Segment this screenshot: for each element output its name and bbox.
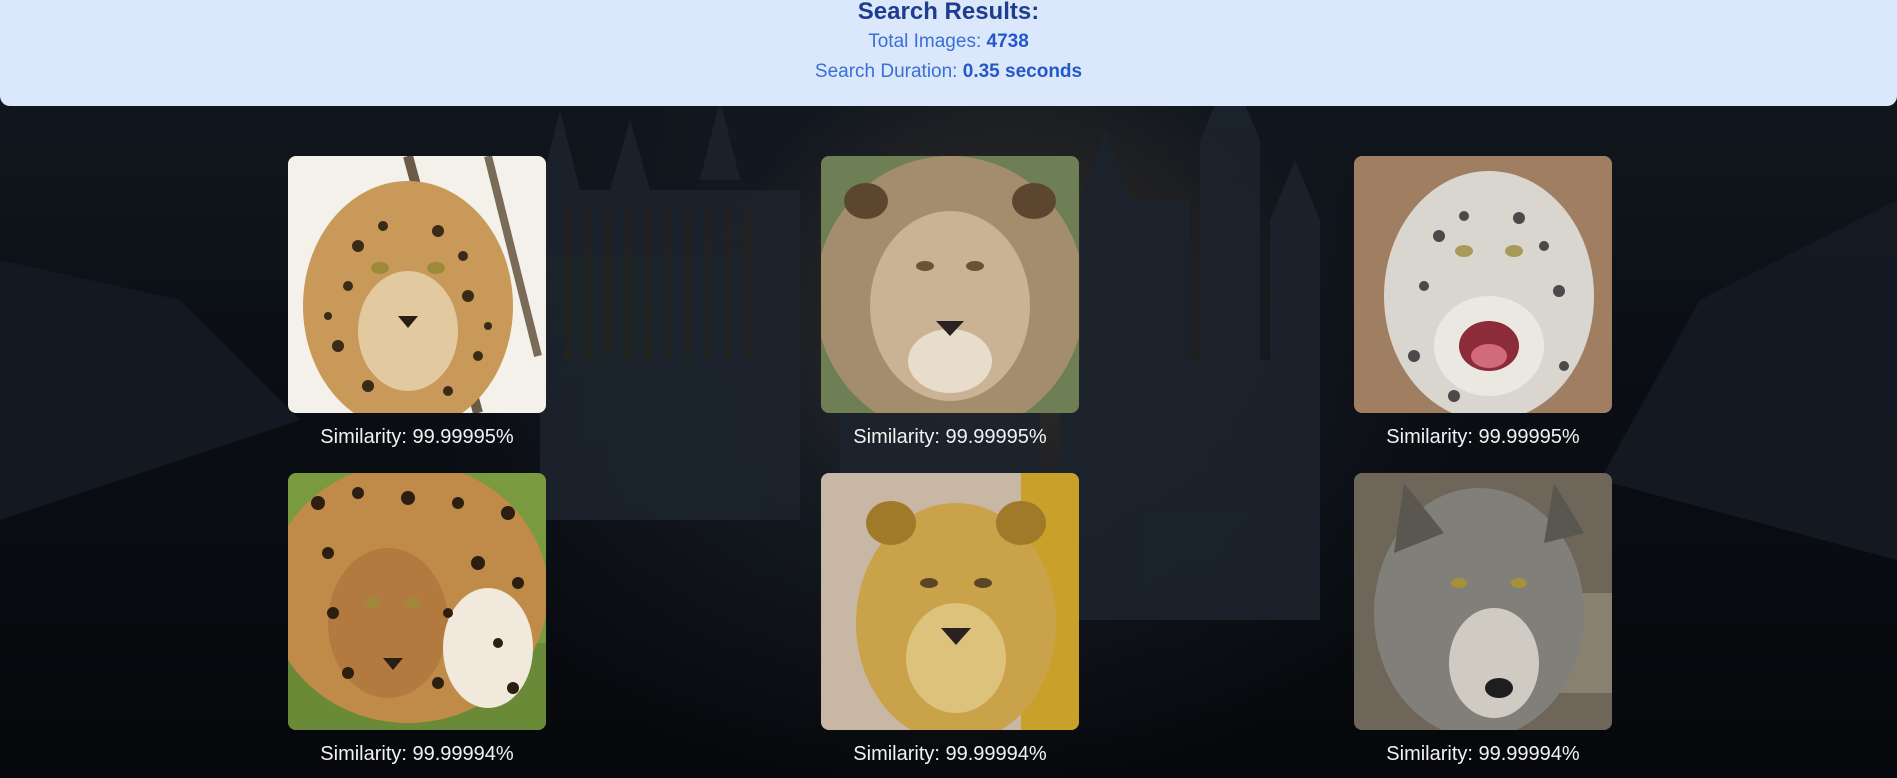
results-title: Search Results:: [857, 0, 1040, 25]
result-card[interactable]: Similarity: 99.99995%: [288, 156, 546, 449]
search-duration-label: Search Duration:: [814, 61, 963, 82]
similarity-score: Similarity: 99.99995%: [1386, 426, 1580, 448]
lion-image[interactable]: [821, 156, 1079, 413]
jaguar-image[interactable]: [288, 473, 546, 730]
result-card[interactable]: Similarity: 99.99995%: [821, 156, 1079, 449]
similarity-score: Similarity: 99.99995%: [320, 426, 514, 448]
search-results-page: Search Results: Total Images: 4738 Searc…: [0, 0, 1897, 778]
wolf-image[interactable]: [1354, 473, 1612, 730]
snow-leopard-image[interactable]: [1354, 156, 1612, 413]
total-images-value: 4738: [986, 31, 1029, 52]
search-duration-line: Search Duration: 0.35 seconds: [0, 61, 1897, 83]
total-images-line: Total Images: 4738: [0, 31, 1897, 53]
result-card[interactable]: Similarity: 99.99994%: [821, 473, 1079, 766]
search-results-panel: Search Results: Total Images: 4738 Searc…: [0, 0, 1897, 106]
leopard-image[interactable]: [288, 156, 546, 413]
similarity-score: Similarity: 99.99994%: [320, 743, 514, 765]
search-duration-value: 0.35 seconds: [962, 61, 1083, 82]
lioness-image[interactable]: [821, 473, 1079, 730]
total-images-label: Total Images:: [868, 31, 987, 52]
similarity-score: Similarity: 99.99995%: [853, 426, 1047, 448]
similarity-score: Similarity: 99.99994%: [853, 743, 1047, 765]
result-card[interactable]: Similarity: 99.99995%: [1354, 156, 1612, 449]
result-card[interactable]: Similarity: 99.99994%: [1354, 473, 1612, 766]
similarity-score: Similarity: 99.99994%: [1386, 743, 1580, 765]
result-card[interactable]: Similarity: 99.99994%: [288, 473, 546, 766]
